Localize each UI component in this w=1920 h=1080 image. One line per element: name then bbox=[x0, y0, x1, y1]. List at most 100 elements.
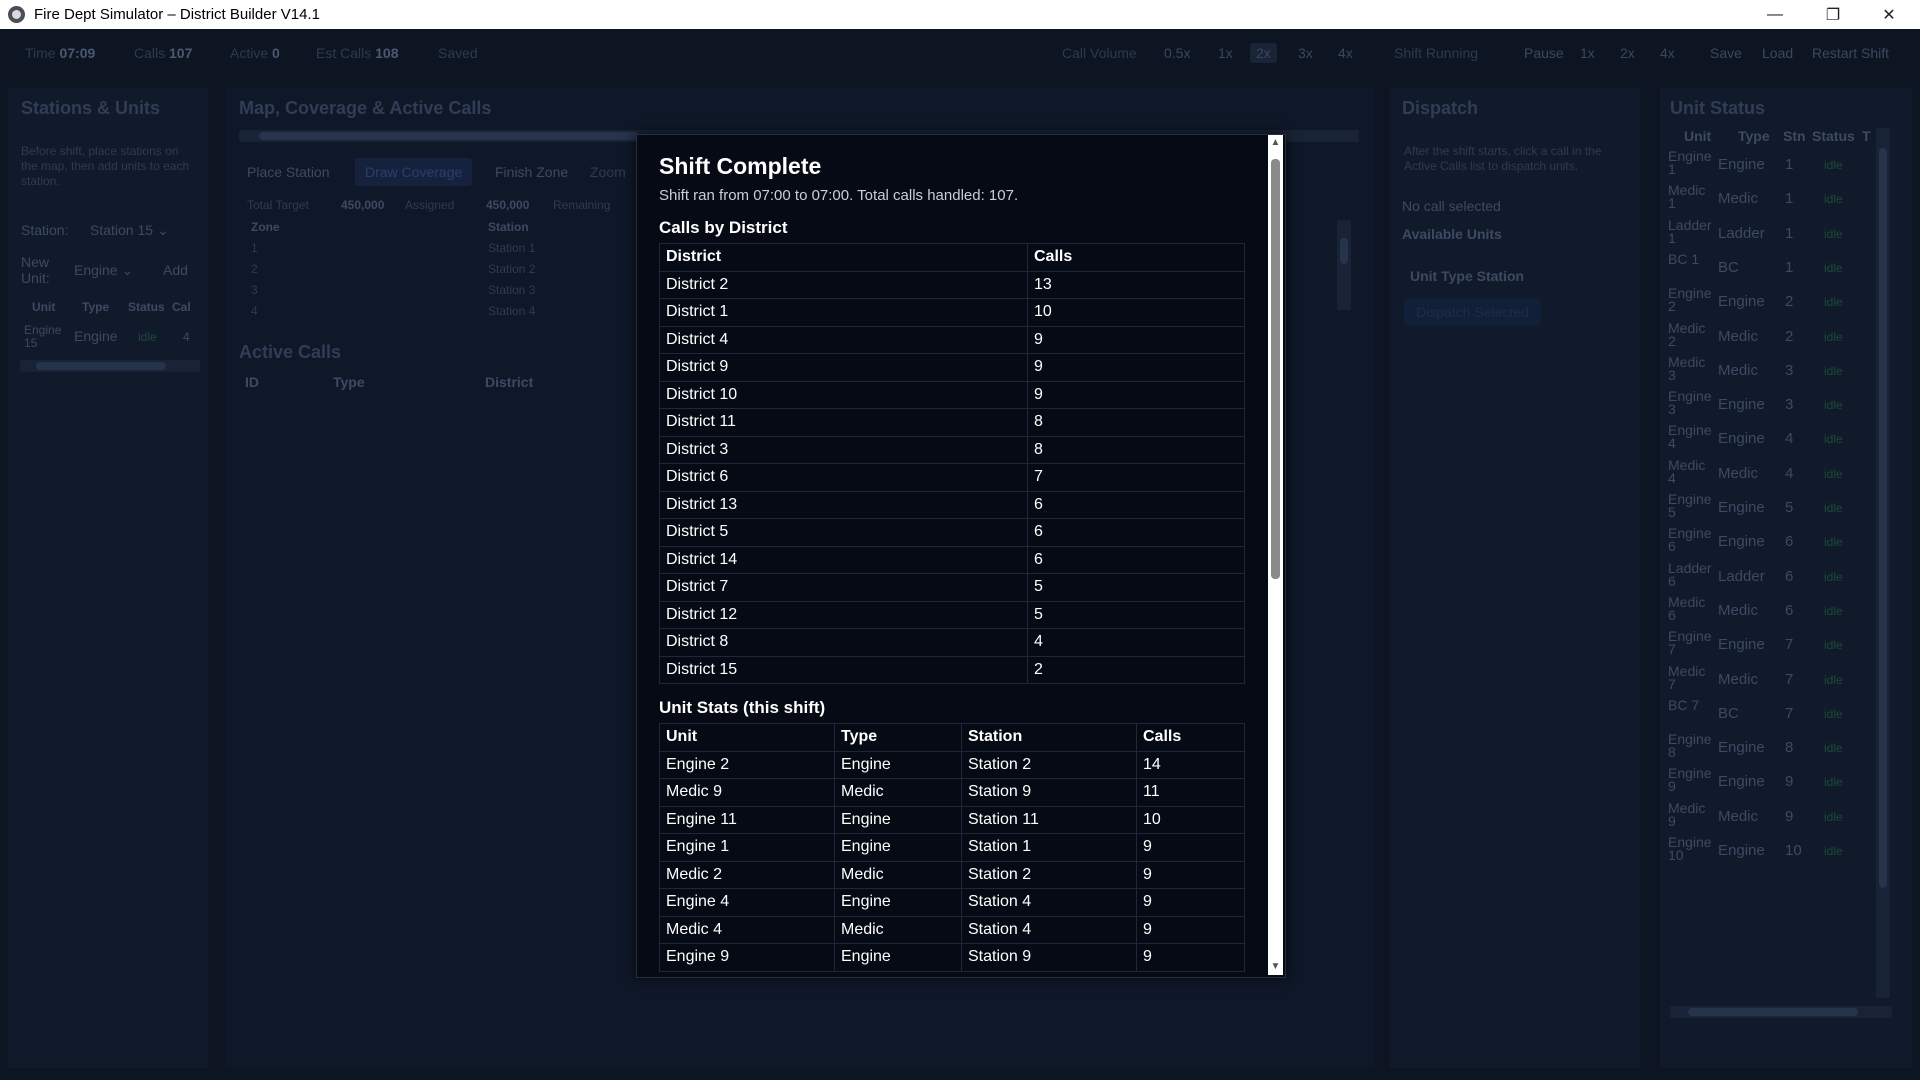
active-col-id: ID bbox=[245, 374, 259, 390]
unit-stats-row: Engine 2 Engine Station 2 14 bbox=[659, 750, 1245, 779]
new-unit-select[interactable]: Engine ⌄ bbox=[74, 262, 133, 279]
unit-stats-row: Medic 2 Medic Station 29 bbox=[659, 860, 1245, 889]
district-calls: 9 bbox=[1027, 353, 1245, 382]
unit-status-hscrollbar[interactable] bbox=[1670, 1006, 1892, 1018]
district-name: District 1 bbox=[659, 298, 1028, 327]
unit-status-name: Medic 2 bbox=[1668, 319, 1706, 349]
unit-status-name: BC 7 bbox=[1668, 696, 1700, 713]
unit-station: Station 1 bbox=[961, 833, 1137, 862]
restart-shift-button[interactable]: Restart Shift bbox=[1806, 43, 1895, 63]
unit-name: Medic 2 bbox=[659, 860, 835, 889]
unit-status-stn: 6 bbox=[1785, 567, 1794, 585]
unit-status-state: idle bbox=[1824, 260, 1843, 275]
unit-stats-col-calls: Calls bbox=[1136, 723, 1245, 752]
total-target-value: 450,000 bbox=[341, 198, 385, 212]
dialog-vscrollbar[interactable]: ▲ ▼ bbox=[1268, 135, 1283, 975]
unit-status-state: idle bbox=[1824, 295, 1843, 310]
unit-status-state: idle bbox=[1824, 638, 1843, 653]
unit-type: Engine bbox=[834, 943, 962, 972]
draw-coverage-button[interactable]: Draw Coverage bbox=[355, 158, 473, 186]
unit-status-name: Engine 8 bbox=[1668, 731, 1712, 761]
unit-status-state: idle bbox=[1824, 809, 1843, 824]
volume-0.5x-button[interactable]: 0.5x bbox=[1158, 43, 1196, 63]
shift-summary-text: Shift ran from 07:00 to 07:00. Total cal… bbox=[659, 187, 1019, 204]
speed-2x-button[interactable]: 2x bbox=[1614, 43, 1641, 63]
active-calls-title: Active Calls bbox=[239, 342, 342, 362]
maximize-button[interactable]: ❐ bbox=[1810, 0, 1856, 29]
scroll-thumb[interactable] bbox=[1271, 159, 1280, 579]
scroll-down-icon[interactable]: ▼ bbox=[1270, 961, 1281, 973]
unit-status-stn: 1 bbox=[1785, 224, 1794, 242]
district-calls: 8 bbox=[1027, 435, 1245, 464]
unit-status-type: Engine bbox=[1718, 430, 1765, 448]
stations-panel-title: Stations & Units bbox=[21, 98, 161, 118]
unit-status-type: Ladder bbox=[1718, 567, 1765, 585]
unit-col-stn: Stn bbox=[1783, 128, 1806, 144]
finish-zone-button[interactable]: Finish Zone bbox=[495, 164, 568, 180]
chevron-down-icon: ⌄ bbox=[156, 222, 169, 238]
unit-status-type: Medic bbox=[1718, 601, 1759, 619]
unit-status-type: Medic bbox=[1718, 807, 1759, 825]
speed-4x-button[interactable]: 4x bbox=[1654, 43, 1681, 63]
district-row: District 38 bbox=[659, 435, 1245, 464]
scroll-up-icon[interactable]: ▲ bbox=[1270, 137, 1281, 149]
district-name: District 3 bbox=[659, 435, 1028, 464]
volume-1x-button[interactable]: 1x bbox=[1212, 43, 1239, 63]
col-calls: Cal bbox=[172, 300, 191, 314]
unit-col-type: Type bbox=[1738, 128, 1770, 144]
unit-status-stn: 1 bbox=[1785, 258, 1794, 276]
col-status: Status bbox=[128, 300, 165, 314]
place-station-button[interactable]: Place Station bbox=[247, 164, 330, 180]
add-unit-button[interactable]: Add bbox=[163, 262, 188, 278]
unit-type: Medic bbox=[834, 860, 962, 889]
unit-status-state: idle bbox=[1824, 603, 1843, 618]
unit-status-vscrollbar[interactable] bbox=[1876, 128, 1890, 998]
stations-hscrollbar[interactable] bbox=[20, 360, 200, 372]
unit-status-stn: 3 bbox=[1785, 396, 1794, 414]
district-row: District 11 8 bbox=[659, 408, 1245, 437]
district-name: District 2 bbox=[659, 270, 1028, 299]
unit-status-state: idle bbox=[1824, 741, 1843, 756]
unit-col-unit: Unit bbox=[1684, 128, 1712, 144]
close-button[interactable]: ✕ bbox=[1866, 0, 1912, 29]
station-select[interactable]: Station 15 ⌄ bbox=[90, 222, 169, 239]
volume-2x-button[interactable]: 2x bbox=[1250, 43, 1277, 63]
volume-3x-button[interactable]: 3x bbox=[1292, 43, 1319, 63]
unit-status-state: idle bbox=[1824, 672, 1843, 687]
district-row: District 13 6 bbox=[659, 490, 1245, 519]
unit-stats-row: Engine 4 Engine Station 49 bbox=[659, 888, 1245, 917]
unit-status-type: Medic bbox=[1718, 670, 1759, 688]
unit-stats-col-unit: Unit bbox=[659, 723, 835, 752]
unit-status-name: Engine 1 bbox=[1668, 148, 1712, 177]
unit-status-state: idle bbox=[1824, 192, 1843, 207]
unit-status-state: idle bbox=[1824, 363, 1843, 378]
district-name: District 6 bbox=[659, 463, 1028, 492]
district-row: District 84 bbox=[659, 628, 1245, 657]
district-calls: 8 bbox=[1027, 408, 1245, 437]
load-button[interactable]: Load bbox=[1756, 43, 1799, 63]
unit-status-state: idle bbox=[1824, 775, 1843, 790]
unit-calls: 9 bbox=[1136, 888, 1245, 917]
district-calls: 5 bbox=[1027, 600, 1245, 629]
district-calls: 2 bbox=[1027, 655, 1245, 684]
unit-status-name: Engine 6 bbox=[1668, 525, 1712, 555]
district-calls: 10 bbox=[1027, 298, 1245, 327]
speed-1x-button[interactable]: 1x bbox=[1574, 43, 1601, 63]
unit-status-type: Engine bbox=[1718, 156, 1765, 173]
unit-station: Station 9 bbox=[961, 943, 1137, 972]
zoom-button[interactable]: Zoom bbox=[590, 164, 626, 180]
dispatch-selected-button[interactable]: Dispatch Selected bbox=[1404, 298, 1541, 326]
volume-4x-button[interactable]: 4x bbox=[1332, 43, 1359, 63]
unit-status-name: Engine 5 bbox=[1668, 491, 1712, 520]
unit-status-name: Engine 3 bbox=[1668, 388, 1712, 418]
zone-vscrollbar[interactable] bbox=[1337, 220, 1351, 310]
dispatch-help-text: After the shift starts, click a call in … bbox=[1404, 144, 1602, 173]
minimize-button[interactable]: — bbox=[1752, 0, 1798, 29]
district-name: District 7 bbox=[659, 573, 1028, 602]
unit-status-stn: 9 bbox=[1785, 773, 1794, 791]
unit-status-stn: 4 bbox=[1785, 464, 1794, 482]
district-row: District 2 13 bbox=[659, 270, 1245, 299]
unit-stats-col-station: Station bbox=[961, 723, 1137, 752]
pause-button[interactable]: Pause bbox=[1518, 43, 1570, 63]
save-button[interactable]: Save bbox=[1704, 43, 1748, 63]
